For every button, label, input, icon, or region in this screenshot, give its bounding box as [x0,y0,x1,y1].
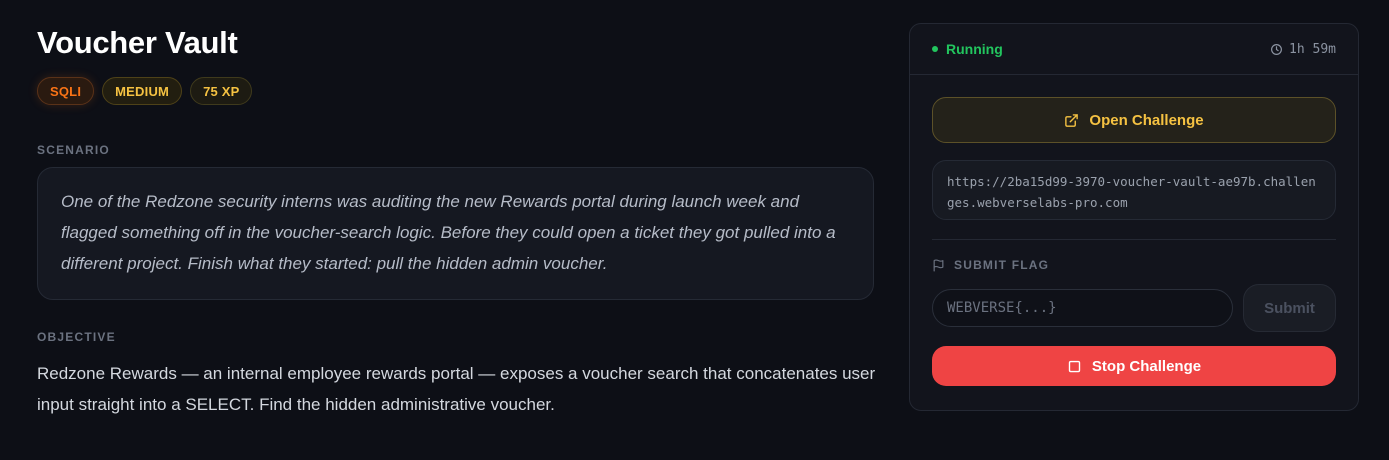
badge-row: SQLI MEDIUM 75 XP [37,77,874,105]
stop-square-icon [1067,359,1082,374]
timer-text: 1h 59m [1289,41,1336,57]
challenge-title: Voucher Vault [37,25,238,60]
submit-button[interactable]: Submit [1243,284,1336,332]
external-link-icon [1064,113,1079,128]
status-indicator: Running [932,41,1003,57]
submit-flag-heading: SUBMIT FLAG [932,258,1336,272]
status-text: Running [946,41,1003,57]
clock-icon [1270,43,1283,56]
stop-challenge-button[interactable]: Stop Challenge [932,346,1336,386]
panel-body: Open Challenge https://2ba15d99-3970-vou… [910,75,1358,386]
stop-challenge-label: Stop Challenge [1091,357,1202,375]
panel-header: Running 1h 59m [910,24,1358,75]
challenge-url[interactable]: https://2ba15d99-3970-voucher-vault-ae97… [932,160,1336,220]
open-challenge-label: Open Challenge [1089,111,1204,129]
category-badge: SQLI [37,77,95,105]
challenge-control-panel: Running 1h 59m Open Challenge https://2b… [909,23,1359,411]
flag-submit-row: Submit [932,284,1336,332]
challenge-details: Voucher Vault SQLI MEDIUM 75 XP SCENARIO… [37,24,875,420]
xp-badge: 75 XP [190,77,253,105]
flag-input[interactable] [932,289,1233,327]
flag-icon [932,258,945,272]
panel-divider [932,239,1336,240]
submit-flag-label: SUBMIT FLAG [954,258,1050,272]
objective-text: Redzone Rewards — an internal employee r… [37,364,876,414]
timer: 1h 59m [1270,42,1336,57]
status-dot-icon [932,46,938,52]
scenario-heading: SCENARIO [37,143,110,157]
open-challenge-button[interactable]: Open Challenge [932,97,1336,143]
difficulty-badge: MEDIUM [102,77,183,105]
objective-heading: OBJECTIVE [37,330,116,344]
scenario-text: One of the Redzone security interns was … [37,167,874,300]
